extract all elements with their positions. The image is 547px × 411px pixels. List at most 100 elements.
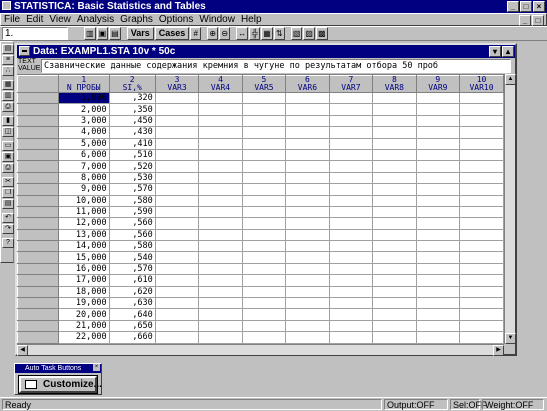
minimize-button[interactable]: _ [507,1,519,12]
grid-icon[interactable]: ╬ [249,27,261,40]
scroll-left-arrow-icon[interactable]: ◀ [17,345,28,356]
grid-cell[interactable] [372,251,417,264]
grid-cell[interactable] [154,183,200,196]
grid-cell[interactable] [459,319,504,333]
grid-cell[interactable] [241,91,287,105]
grid-cell[interactable]: ,510 [108,148,156,162]
grid-cell[interactable] [285,114,330,128]
grid-cell[interactable] [328,251,374,264]
grid-cell[interactable] [459,262,504,276]
grid-cell[interactable]: 4,000 [57,126,110,139]
grid-cell[interactable] [328,148,374,162]
customize-button[interactable]: Customize... [18,375,102,394]
grid-cell[interactable] [154,297,200,310]
app-icon[interactable] [2,1,11,10]
grid-cell[interactable]: ,570 [108,183,156,196]
text-values-field[interactable]: Сзавнические данные содержания кремния в… [41,59,511,73]
grid-cell[interactable] [459,274,504,287]
menu-file[interactable]: File [4,14,20,25]
grid-cell[interactable] [241,137,287,150]
grid-cell[interactable] [328,194,374,207]
grid-cell[interactable] [415,148,461,162]
grid-cell[interactable] [154,148,200,162]
grid-cell[interactable] [415,251,461,264]
grid-cell[interactable] [415,297,461,310]
grid-cell[interactable] [285,285,330,299]
spreadsheet-title-bar[interactable]: Data: EXAMPL1.STA 10v * 50c ▾ ▴ [17,45,515,58]
row-header[interactable] [17,183,59,196]
grid-cell[interactable] [198,183,243,196]
grid-cell[interactable] [328,297,374,310]
grid-cell[interactable] [415,160,461,173]
grid-cell[interactable]: ,560 [108,228,156,242]
grid-cell[interactable]: ,570 [108,262,156,276]
auto-task-title[interactable]: Auto Task Buttons × [15,364,101,373]
column-header-2[interactable]: 2 SI,% [108,75,156,93]
grid-cell[interactable]: ,610 [108,274,156,287]
grid-cell[interactable] [154,285,200,299]
grid-cell[interactable] [415,183,461,196]
grid-cell[interactable] [415,319,461,333]
grid-cell[interactable] [459,148,504,162]
menu-edit[interactable]: Edit [26,14,43,25]
grid-cell[interactable] [415,103,461,116]
close-button[interactable]: × [533,1,545,12]
grid-cell[interactable] [285,126,330,139]
grid-cell[interactable] [328,228,374,242]
grid-cell[interactable] [241,114,287,128]
row-header[interactable] [17,148,59,162]
plot-icon[interactable]: ◫ [2,127,14,137]
stats-icon[interactable]: ▥ [84,27,96,40]
grid-cell[interactable] [198,114,243,128]
grid-cell[interactable] [372,103,417,116]
grid-cell[interactable] [241,183,287,196]
sheet-grid-icon[interactable]: ▦ [2,80,14,90]
grid-cell[interactable] [285,331,330,344]
grid-cell[interactable] [198,103,243,116]
grid-cell[interactable] [415,240,461,253]
spreadsheet-maximize-button[interactable]: ▴ [502,46,514,57]
grid-cell[interactable] [241,126,287,139]
grid-cell[interactable] [198,160,243,173]
grid-cell[interactable] [372,194,417,207]
grid-cell[interactable] [198,308,243,321]
redo-icon[interactable]: ↷ [2,224,14,234]
row-header[interactable] [17,240,59,253]
grid-cell[interactable]: 14,000 [57,240,110,253]
grid-cell[interactable] [154,251,200,264]
grid-cell[interactable]: 9,000 [57,183,110,196]
grid-cell[interactable] [241,217,287,230]
graph-icon[interactable]: ▥ [2,91,14,101]
grid-cell[interactable] [415,217,461,230]
grid-cell[interactable] [459,217,504,230]
printer-icon[interactable]: ⎙ [2,163,14,173]
grid-cell[interactable] [154,217,200,230]
grid-cell[interactable]: 15,000 [57,251,110,264]
grid-cell[interactable] [372,308,417,321]
grid-cell[interactable] [459,91,504,105]
menu-options[interactable]: Options [159,14,193,25]
grid-cell[interactable] [328,331,374,344]
grid-cell[interactable] [415,274,461,287]
grid-cell[interactable]: ,650 [108,319,156,333]
row-header[interactable] [17,103,59,116]
grid-cell[interactable] [285,228,330,242]
row-header[interactable] [17,262,59,276]
grid-cell[interactable] [241,228,287,242]
cases-button[interactable]: Cases [154,27,190,40]
grid-cell[interactable] [198,126,243,139]
grid-corner[interactable] [17,75,59,93]
row-header[interactable] [17,285,59,299]
column-header-8[interactable]: 8 VAR8 [372,75,417,93]
analysis-icon[interactable]: ▤ [2,44,14,54]
grid-cell[interactable] [285,217,330,230]
grid-cell[interactable] [241,319,287,333]
grid-cell[interactable] [459,308,504,321]
grid-cell[interactable] [198,194,243,207]
grid-cell[interactable] [154,114,200,128]
grid-cell[interactable] [328,171,374,185]
grid-cell[interactable] [459,194,504,207]
grid-cell[interactable] [285,319,330,333]
grid-cell[interactable] [459,160,504,173]
chart-icon[interactable]: ▧ [290,27,303,40]
